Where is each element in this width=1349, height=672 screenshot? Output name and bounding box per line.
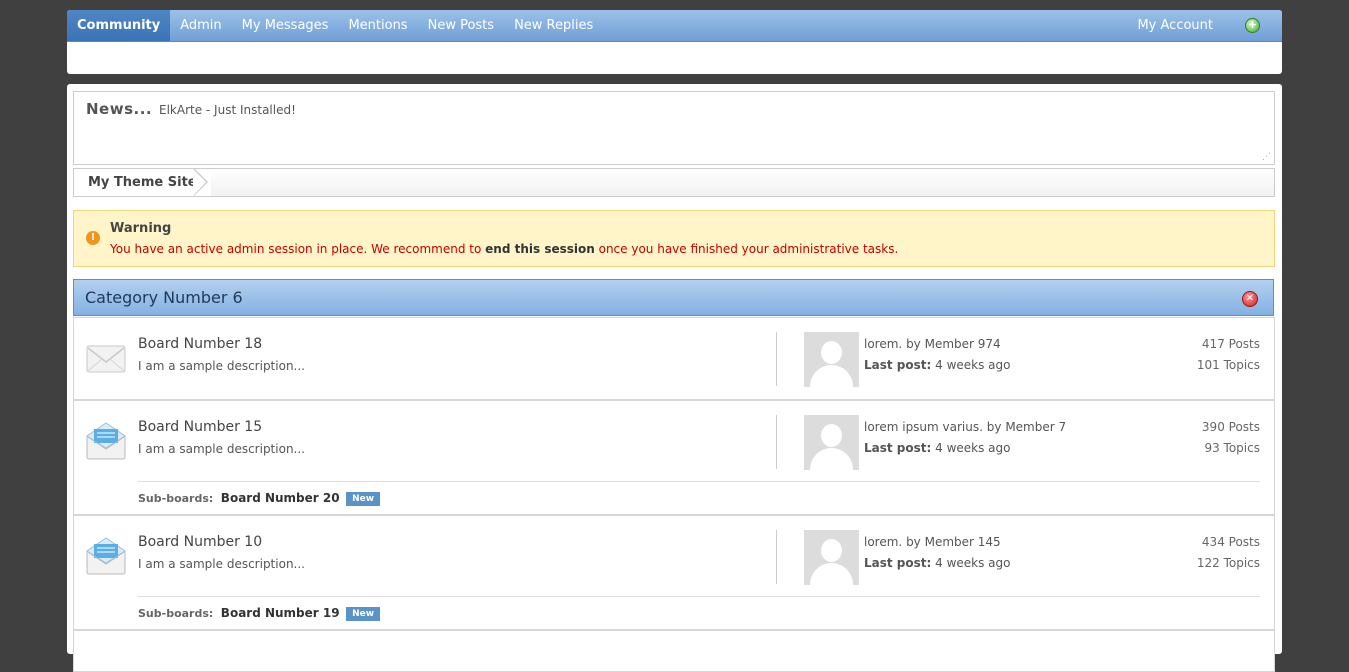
- news-title: News...: [86, 100, 153, 118]
- last-post-member[interactable]: by Member 974: [906, 337, 1001, 351]
- warning-title: Warning: [110, 221, 172, 236]
- board-description: I am a sample description...: [138, 359, 305, 373]
- new-badge[interactable]: New: [346, 492, 381, 506]
- board-name[interactable]: Board Number 18: [138, 336, 262, 352]
- last-post-label: Last post:: [864, 556, 932, 570]
- divider: [138, 596, 1260, 597]
- board-description: I am a sample description...: [138, 557, 305, 571]
- topic-count: 101 Topics: [1196, 358, 1260, 372]
- last-post-member[interactable]: by Member 145: [906, 535, 1001, 549]
- warning-text-before: You have an active admin session in plac…: [110, 242, 486, 256]
- divider: [776, 415, 777, 469]
- news-box: News... ElkArte - Just Installed! ⋰: [73, 91, 1275, 165]
- envelope-open-icon: [86, 537, 126, 575]
- main-content: News... ElkArte - Just Installed! ⋰ My T…: [67, 84, 1282, 672]
- board-name[interactable]: Board Number 15: [138, 419, 262, 435]
- menu-new-replies[interactable]: New Replies: [504, 10, 603, 41]
- subboards: Sub-boards: Board Number 19 New: [138, 606, 381, 621]
- divider: [776, 332, 777, 386]
- category-title[interactable]: Category Number 6: [85, 288, 243, 307]
- subboard-link[interactable]: Board Number 20: [221, 491, 340, 505]
- envelope-closed-icon: [86, 345, 126, 373]
- menu-mentions[interactable]: Mentions: [338, 10, 417, 41]
- post-count: 417 Posts: [1201, 337, 1260, 351]
- last-post-time-value: 4 weeks ago: [935, 358, 1011, 372]
- last-post-label: Last post:: [864, 441, 932, 455]
- subboard-link[interactable]: Board Number 19: [221, 606, 340, 620]
- last-post-member[interactable]: by Member 7: [987, 420, 1066, 434]
- avatar[interactable]: [804, 530, 859, 585]
- menu-admin[interactable]: Admin: [170, 10, 231, 41]
- breadcrumb-arrow-inner: [193, 169, 206, 196]
- board-name[interactable]: Board Number 10: [138, 534, 262, 550]
- avatar[interactable]: [804, 332, 859, 387]
- subboards: Sub-boards: Board Number 20 New: [138, 491, 381, 506]
- board-row: Board Number 18 I am a sample descriptio…: [73, 317, 1275, 400]
- last-post-time: Last post: 4 weeks ago: [864, 441, 1011, 455]
- menu-new-posts[interactable]: New Posts: [418, 10, 504, 41]
- resize-grip-icon[interactable]: ⋰: [1262, 152, 1271, 162]
- menu-community[interactable]: Community: [67, 10, 171, 41]
- warning-icon: !: [86, 231, 100, 245]
- post-count: 434 Posts: [1201, 535, 1260, 549]
- post-count: 390 Posts: [1201, 420, 1260, 434]
- warning-text-after: once you have finished your administrati…: [594, 242, 899, 256]
- avatar[interactable]: [804, 415, 859, 470]
- last-post-time: Last post: 4 weeks ago: [864, 358, 1011, 372]
- last-post-topic: lorem ipsum varius. by Member 7: [864, 420, 1066, 434]
- board-row: Board Number 15 I am a sample descriptio…: [73, 400, 1275, 515]
- board-row: [73, 630, 1275, 672]
- category-header: Category Number 6 ✕: [73, 279, 1274, 316]
- board-row: Board Number 10 I am a sample descriptio…: [73, 515, 1275, 630]
- last-post-link[interactable]: lorem.: [864, 535, 902, 549]
- collapse-category-icon[interactable]: ✕: [1242, 291, 1258, 307]
- last-post-topic: lorem. by Member 974: [864, 337, 1001, 351]
- last-post-topic: lorem. by Member 145: [864, 535, 1001, 549]
- menu-my-account[interactable]: My Account: [1127, 10, 1245, 42]
- last-post-time-value: 4 weeks ago: [935, 441, 1011, 455]
- menu-my-messages[interactable]: My Messages: [232, 10, 339, 41]
- new-badge[interactable]: New: [346, 607, 381, 621]
- menu-right: My Account +: [1127, 10, 1282, 41]
- subboards-label: Sub-boards:: [138, 492, 214, 505]
- divider: [138, 481, 1260, 482]
- last-post-time-value: 4 weeks ago: [935, 556, 1011, 570]
- main-menu: Community Admin My Messages Mentions New…: [67, 10, 1282, 42]
- topic-count: 122 Topics: [1196, 556, 1260, 570]
- plus-circle-icon[interactable]: +: [1245, 18, 1260, 33]
- breadcrumb-item-home[interactable]: My Theme Site: [74, 169, 211, 196]
- subboards-label: Sub-boards:: [138, 607, 214, 620]
- divider: [776, 530, 777, 584]
- end-session-link[interactable]: end this session: [485, 242, 595, 256]
- last-post-link[interactable]: lorem ipsum varius.: [864, 420, 983, 434]
- warning-text: You have an active admin session in plac…: [110, 242, 898, 256]
- last-post-label: Last post:: [864, 358, 932, 372]
- top-header: Community Admin My Messages Mentions New…: [67, 10, 1282, 74]
- topic-count: 93 Topics: [1204, 441, 1260, 455]
- board-description: I am a sample description...: [138, 442, 305, 456]
- last-post-time: Last post: 4 weeks ago: [864, 556, 1011, 570]
- breadcrumb: My Theme Site: [73, 168, 1275, 197]
- last-post-link[interactable]: lorem.: [864, 337, 902, 351]
- admin-warning: ! Warning You have an active admin sessi…: [73, 210, 1275, 267]
- envelope-open-icon: [86, 422, 126, 460]
- news-text: ElkArte - Just Installed!: [159, 103, 296, 117]
